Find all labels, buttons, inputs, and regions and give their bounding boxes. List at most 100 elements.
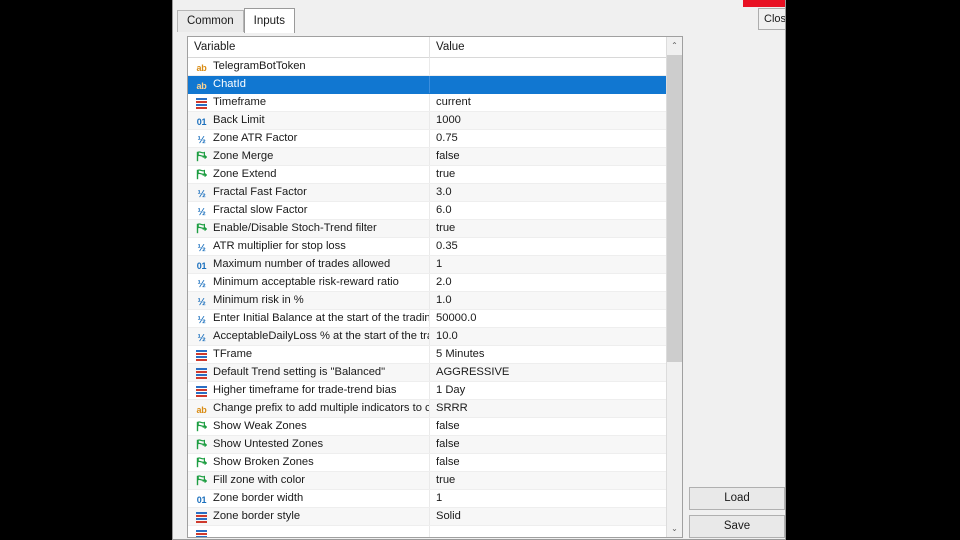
table-row[interactable]: Enable/Disable Stoch-Trend filter true [188,220,682,238]
bool-type-icon [194,454,209,471]
table-row[interactable]: Zone Merge false [188,148,682,166]
row-variable-cell[interactable]: Higher timeframe for trade-trend bias [188,382,429,399]
table-row[interactable]: ½ Zone ATR Factor 0.75 [188,130,682,148]
table-row[interactable]: 01 Maximum number of trades allowed 1 [188,256,682,274]
row-value-cell[interactable]: 1 [429,490,667,507]
column-header-value[interactable]: Value [429,37,667,58]
row-variable-cell[interactable]: 01 Maximum number of trades allowed [188,256,429,273]
scroll-up-icon[interactable]: ⌃ [667,37,682,54]
vertical-scrollbar[interactable]: ⌃ ⌄ [666,37,682,537]
row-value-cell[interactable]: 1.0 [429,292,667,309]
row-value-cell[interactable]: 50000.0 [429,310,667,327]
table-row[interactable]: ab ChatId [188,76,682,94]
row-variable-cell[interactable]: ½ Fractal slow Factor [188,202,429,219]
row-variable-cell[interactable]: Zone Extend [188,166,429,183]
row-variable-cell[interactable]: 01 Back Limit [188,112,429,129]
table-row[interactable]: ab Change prefix to add multiple indicato… [188,400,682,418]
row-variable-cell[interactable]: Timeframe [188,94,429,111]
row-variable-cell[interactable]: ab ChatId [188,76,429,93]
row-value-cell[interactable]: 5 Minutes [429,346,667,363]
row-variable-cell[interactable]: ½ Enter Initial Balance at the start of t… [188,310,429,327]
row-variable-cell[interactable]: Show Weak Zones [188,418,429,435]
row-value-cell[interactable]: current [429,94,667,111]
row-variable-cell[interactable]: ½ AcceptableDailyLoss % at the start of t… [188,328,429,345]
table-row[interactable]: Zone Extend true [188,166,682,184]
row-value-cell[interactable]: 10.0 [429,328,667,345]
scroll-down-icon[interactable]: ⌄ [667,520,682,537]
grid-header-row: Variable Value [188,37,682,58]
row-value-cell[interactable]: 1000 [429,112,667,129]
table-row[interactable]: Show Weak Zones false [188,418,682,436]
row-variable-cell[interactable]: ½ Fractal Fast Factor [188,184,429,201]
table-row[interactable]: Default Trend setting is "Balanced" AGGRE… [188,364,682,382]
row-value-cell[interactable] [429,76,667,93]
table-row[interactable]: ½ Minimum acceptable risk-reward ratio 2.0 [188,274,682,292]
row-value-cell[interactable]: 1 Day [429,382,667,399]
row-value-cell[interactable]: 6.0 [429,202,667,219]
row-value-cell[interactable]: Solid [429,508,667,525]
row-value-cell[interactable]: false [429,418,667,435]
row-variable-cell[interactable]: ½ Minimum risk in % [188,292,429,309]
table-row[interactable]: ½ Minimum risk in % 1.0 [188,292,682,310]
scrollbar-thumb[interactable] [667,55,682,362]
row-variable-cell[interactable] [188,526,429,537]
table-row[interactable]: Show Broken Zones false [188,454,682,472]
table-row[interactable]: ab TelegramBotToken [188,58,682,76]
row-value-cell[interactable]: true [429,472,667,489]
row-variable-cell[interactable]: 01 Zone border width [188,490,429,507]
table-row[interactable]: Zone border style Solid [188,508,682,526]
row-variable-cell[interactable]: Fill zone with color [188,472,429,489]
row-value-cell[interactable]: true [429,220,667,237]
row-variable-cell[interactable]: ab Change prefix to add multiple indicato… [188,400,429,417]
table-row[interactable]: 01 Zone border width 1 [188,490,682,508]
load-button[interactable]: Load [689,487,785,510]
tab-common[interactable]: Common [177,10,244,32]
row-variable-cell[interactable]: Default Trend setting is "Balanced" [188,364,429,381]
table-row[interactable]: Show Untested Zones false [188,436,682,454]
column-header-variable[interactable]: Variable [188,37,429,58]
table-row[interactable]: ½ Fractal Fast Factor 3.0 [188,184,682,202]
row-variable-cell[interactable]: ½ Zone ATR Factor [188,130,429,147]
row-value-cell[interactable]: 0.35 [429,238,667,255]
row-value-cell[interactable]: false [429,148,667,165]
row-value-cell[interactable]: AGGRESSIVE [429,364,667,381]
row-value-cell[interactable]: 1 [429,256,667,273]
row-value-cell[interactable]: false [429,436,667,453]
table-row[interactable]: Fill zone with color true [188,472,682,490]
row-variable-cell[interactable]: Show Broken Zones [188,454,429,471]
row-variable-cell[interactable]: Enable/Disable Stoch-Trend filter [188,220,429,237]
enum-type-icon [194,382,209,399]
row-variable-cell[interactable]: ½ ATR multiplier for stop loss [188,238,429,255]
table-row[interactable]: Higher timeframe for trade-trend bias 1 D… [188,382,682,400]
table-row[interactable]: ½ AcceptableDailyLoss % at the start of t… [188,328,682,346]
row-variable-label: Fill zone with color [213,474,306,486]
enum-type-icon [194,364,209,381]
table-row[interactable] [188,526,682,537]
row-value-cell[interactable] [429,58,667,75]
row-value-cell[interactable]: 2.0 [429,274,667,291]
string-type-icon: ab [196,81,207,91]
row-value-cell[interactable]: 3.0 [429,184,667,201]
row-variable-label: Minimum acceptable risk-reward ratio [213,276,399,288]
row-value-cell[interactable]: true [429,166,667,183]
row-value-cell[interactable] [429,526,667,537]
tab-inputs[interactable]: Inputs [243,8,295,33]
row-value-cell[interactable]: false [429,454,667,471]
table-row[interactable]: TFrame 5 Minutes [188,346,682,364]
table-row[interactable]: Timeframe current [188,94,682,112]
row-variable-cell[interactable]: TFrame [188,346,429,363]
table-row[interactable]: ½ Fractal slow Factor 6.0 [188,202,682,220]
row-variable-cell[interactable]: Zone Merge [188,148,429,165]
table-row[interactable]: ½ ATR multiplier for stop loss 0.35 [188,238,682,256]
row-variable-cell[interactable]: Show Untested Zones [188,436,429,453]
row-value-cell[interactable]: SRRR [429,400,667,417]
enum-type-icon [194,346,209,363]
table-row[interactable]: 01 Back Limit 1000 [188,112,682,130]
row-variable-cell[interactable]: ab TelegramBotToken [188,58,429,75]
row-variable-cell[interactable]: ½ Minimum acceptable risk-reward ratio [188,274,429,291]
save-button[interactable]: Save [689,515,785,538]
table-row[interactable]: ½ Enter Initial Balance at the start of t… [188,310,682,328]
close-button[interactable]: Close [758,8,785,30]
row-variable-cell[interactable]: Zone border style [188,508,429,525]
row-value-cell[interactable]: 0.75 [429,130,667,147]
